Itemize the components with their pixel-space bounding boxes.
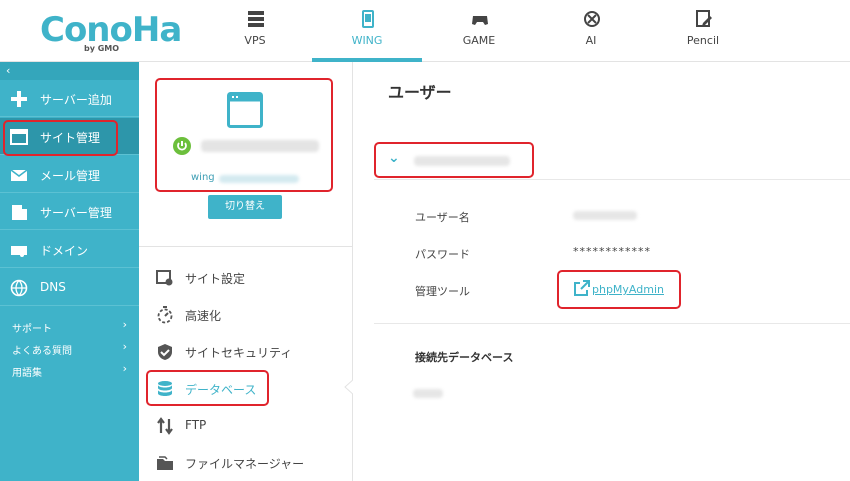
- plus-icon: [11, 91, 27, 107]
- sidebar-item-label: メール管理: [40, 169, 101, 183]
- chevron-right-icon: ›: [122, 362, 127, 375]
- sidebar-item-label: サーバー追加: [40, 93, 112, 107]
- sidebar-item-label: ドメイン: [40, 244, 89, 258]
- wing-url-redacted: [219, 175, 299, 183]
- sidebar-collapse-button[interactable]: ‹: [0, 62, 139, 80]
- sidebar-item-add-server[interactable]: サーバー追加: [0, 80, 139, 117]
- chevron-right-icon: ›: [122, 340, 127, 353]
- chevron-right-icon: ›: [122, 318, 127, 331]
- transfer-icon: [157, 417, 173, 435]
- user-name-redacted: [414, 156, 510, 166]
- tab-wing[interactable]: WING: [312, 0, 422, 62]
- external-link-icon: [574, 280, 590, 296]
- stopwatch-icon: [157, 306, 173, 324]
- phpmyadmin-link-text[interactable]: phpMyAdmin: [592, 283, 664, 296]
- site-menu-panel: wing 切り替え サイト設定 高速化 サイトセキュリティ データベース FTP…: [139, 62, 353, 481]
- main-content: ユーザー ⌄ ユーザー名 パスワード ************ 管理ツール ph…: [353, 62, 850, 481]
- sidebar-sub-faq[interactable]: よくある質問 ›: [0, 338, 139, 358]
- menu-item-label: FTP: [185, 418, 207, 432]
- password-label: パスワード: [415, 248, 470, 261]
- menu-item-site-security[interactable]: サイトセキュリティ: [139, 333, 353, 370]
- phpmyadmin-link[interactable]: phpMyAdmin: [557, 270, 681, 309]
- menu-item-ftp[interactable]: FTP: [139, 407, 353, 444]
- user-name-value-redacted: [573, 211, 637, 220]
- menu-item-label: ファイルマネージャー: [185, 457, 305, 471]
- tab-vps[interactable]: VPS: [200, 0, 310, 62]
- page-title: ユーザー: [388, 83, 452, 102]
- menu-item-speedup[interactable]: 高速化: [139, 296, 353, 333]
- sidebar-item-label: DNS: [40, 280, 66, 294]
- user-selector[interactable]: ⌄: [374, 142, 534, 178]
- tab-game-label: GAME: [462, 34, 496, 47]
- conoha-logo[interactable]: ConoHa by GMO: [40, 10, 182, 54]
- logo-sub: by GMO: [84, 44, 120, 53]
- menu-item-label: データベース: [185, 383, 257, 397]
- menu-item-label: 高速化: [185, 309, 222, 323]
- sidebar-item-server-manage[interactable]: サーバー管理: [0, 193, 139, 230]
- sidebar-sub-label: サポート: [12, 324, 52, 335]
- tab-ai[interactable]: AI: [536, 0, 646, 62]
- divider: [139, 246, 353, 247]
- globe-icon: [10, 279, 28, 297]
- tab-pencil[interactable]: Pencil: [648, 0, 758, 62]
- sidebar-item-site-manage[interactable]: サイト管理: [0, 118, 139, 156]
- divider: [374, 179, 850, 180]
- tab-game[interactable]: GAME: [424, 0, 534, 62]
- server-manage-icon: [12, 205, 27, 220]
- site-settings-icon: [156, 270, 173, 286]
- sidebar-sub-label: 用語集: [12, 368, 42, 379]
- sidebar-item-dns[interactable]: DNS: [0, 269, 139, 306]
- db-section-title: 接続先データベース: [415, 351, 514, 364]
- gamepad-icon: [472, 16, 488, 25]
- tab-pencil-label: Pencil: [686, 34, 720, 47]
- pencil-icon: [696, 10, 712, 27]
- server-name-redacted: [201, 140, 319, 152]
- sidebar-item-domain[interactable]: ドメイン: [0, 231, 139, 268]
- folder-icon: [157, 456, 173, 470]
- sidebar-item-label: サイト管理: [40, 131, 101, 145]
- sidebar: ‹ サーバー追加 サイト管理 メール管理 サーバー管理 ドメイン DNS サポー…: [0, 62, 139, 481]
- menu-item-site-settings[interactable]: サイト設定: [139, 259, 353, 296]
- mail-icon: [10, 169, 28, 181]
- window-icon: [10, 129, 28, 145]
- menu-item-file-manager[interactable]: ファイルマネージャー: [139, 444, 353, 481]
- tab-vps-label: VPS: [244, 34, 266, 47]
- user-name-label: ユーザー名: [415, 211, 470, 224]
- admin-tool-label: 管理ツール: [415, 285, 470, 298]
- ai-icon: [584, 11, 600, 27]
- sidebar-item-label: サーバー管理: [40, 206, 112, 220]
- sidebar-item-mail[interactable]: メール管理: [0, 156, 139, 193]
- server-icon: [248, 11, 264, 27]
- password-value: ************: [573, 245, 651, 258]
- tab-wing-label: WING: [351, 34, 383, 47]
- menu-item-database[interactable]: データベース: [139, 370, 353, 407]
- domain-icon: [11, 246, 27, 257]
- sidebar-sub-label: よくある質問: [12, 346, 72, 357]
- db-name-redacted: [413, 389, 443, 398]
- top-header: ConoHa by GMO VPS WING GAME AI Pencil: [0, 0, 850, 62]
- menu-item-label: サイトセキュリティ: [185, 346, 293, 360]
- phone-icon: [362, 10, 374, 28]
- shield-icon: [158, 344, 172, 360]
- server-card[interactable]: wing: [155, 78, 333, 192]
- divider: [374, 323, 850, 324]
- power-status-icon: [173, 137, 191, 155]
- tab-ai-label: AI: [585, 34, 597, 47]
- menu-item-label: サイト設定: [185, 272, 246, 286]
- sidebar-sub-support[interactable]: サポート ›: [0, 316, 139, 336]
- site-window-icon: [227, 92, 263, 128]
- wing-label: wing: [191, 172, 215, 183]
- chevron-down-icon: ⌄: [388, 150, 400, 166]
- sidebar-sub-glossary[interactable]: 用語集 ›: [0, 360, 139, 380]
- database-icon: [158, 381, 172, 396]
- switch-button[interactable]: 切り替え: [208, 195, 282, 219]
